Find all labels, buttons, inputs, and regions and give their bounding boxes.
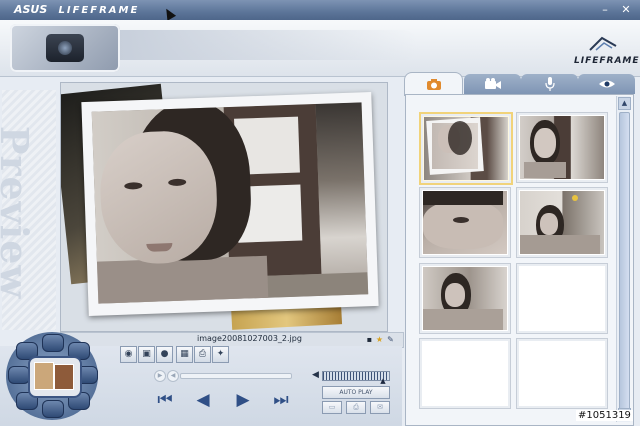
play-icon[interactable]: ▶ [232, 390, 254, 410]
record-dot-icon[interactable]: ● [156, 346, 173, 363]
thumbnail-empty-slot[interactable] [516, 338, 608, 409]
previous-icon[interactable]: ◀ [192, 390, 214, 410]
scroll-thumb[interactable] [619, 112, 630, 410]
thumbnail-item[interactable] [516, 112, 608, 183]
preview-area[interactable] [60, 82, 388, 332]
frame-icon[interactable]: ▣ [138, 346, 155, 363]
microphone-icon [544, 77, 555, 91]
seek-forward-icon[interactable]: ◀ [167, 370, 179, 382]
print-icon[interactable]: ⎙ [194, 346, 211, 363]
seek-slider[interactable] [180, 373, 292, 379]
preview-photo [91, 102, 369, 304]
speaker-icon: ◀ [312, 370, 319, 380]
tab-audio[interactable] [521, 74, 578, 94]
tab-monitor[interactable] [578, 74, 635, 94]
first-icon[interactable]: ⏮ [154, 390, 176, 410]
current-filename: image20081027003_2.jpg [197, 334, 302, 343]
seek-back-icon[interactable]: ▶ [154, 370, 166, 382]
video-camera-icon [484, 78, 501, 89]
settings-wrench-icon[interactable]: ✦ [212, 346, 229, 363]
last-icon[interactable]: ⏭ [270, 390, 292, 410]
thumbnail-panel [405, 94, 634, 426]
webcam-icon [46, 34, 84, 62]
title-bar[interactable]: ASUS LIFEFRAME – ✕ [0, 0, 640, 20]
camera-icon [426, 79, 441, 90]
thumbnail-item[interactable] [419, 112, 513, 185]
app-title: LIFEFRAME [58, 5, 140, 16]
watermark-text: #1051319 [576, 410, 633, 421]
tool-bar: ◉ ▣ ● ▦ ⎙ ✦ [118, 346, 236, 363]
dial-left-button[interactable] [8, 366, 30, 384]
mail-icon[interactable]: ✉ [370, 401, 390, 414]
lifeframe-logo-icon [589, 36, 617, 51]
dial-up-button[interactable] [42, 334, 64, 352]
header-decoration [118, 30, 418, 60]
folder-icon[interactable]: ★ [375, 335, 384, 344]
tab-video[interactable] [464, 74, 521, 94]
close-button[interactable]: ✕ [619, 3, 633, 16]
bullet-icon: ▪ [366, 335, 373, 344]
app-window: ASUS LIFEFRAME – ✕ LIFEFRAME Preview ▲ i… [0, 0, 640, 426]
tab-photo[interactable] [404, 72, 463, 96]
thumbnail-empty-slot[interactable] [419, 338, 511, 409]
eye-icon [598, 80, 615, 88]
scroll-up-icon[interactable]: ▲ [618, 97, 631, 110]
webcam-badge [10, 24, 120, 72]
slideshow-icon[interactable]: ▭ [322, 401, 342, 414]
navigation-dial[interactable] [6, 332, 98, 420]
grid-icon[interactable]: ▦ [176, 346, 193, 363]
preview-label: Preview [0, 125, 38, 300]
effects-icon[interactable]: ◉ [120, 346, 137, 363]
thumbnail-scrollbar[interactable]: ▲ ▼ [616, 96, 631, 422]
print-small-icon[interactable]: ⎙ [346, 401, 366, 414]
minimize-button[interactable]: – [598, 3, 612, 16]
dial-down-button[interactable] [42, 400, 64, 418]
dial-center-photo[interactable] [28, 356, 82, 398]
header-logo-text: LIFEFRAME [574, 56, 640, 66]
header-band: LIFEFRAME [0, 20, 640, 77]
media-tabs [404, 72, 635, 96]
seek-row: ▶ ◀ [152, 370, 292, 382]
edit-pencil-icon[interactable]: ✎ [386, 335, 395, 344]
volume-thumb[interactable]: ▲ [380, 377, 385, 385]
thumbnail-item[interactable] [516, 187, 608, 258]
preview-photo-frame [81, 92, 379, 316]
thumbnail-empty-slot[interactable] [516, 263, 608, 334]
preview-side-label: Preview [0, 90, 56, 330]
auto-play-button[interactable]: AUTO PLAY [322, 386, 390, 399]
thumbnail-item[interactable] [419, 187, 511, 258]
thumbnail-item[interactable] [419, 263, 511, 334]
asus-logo-text: ASUS [14, 3, 48, 16]
title-brand: ASUS LIFEFRAME [14, 2, 139, 16]
